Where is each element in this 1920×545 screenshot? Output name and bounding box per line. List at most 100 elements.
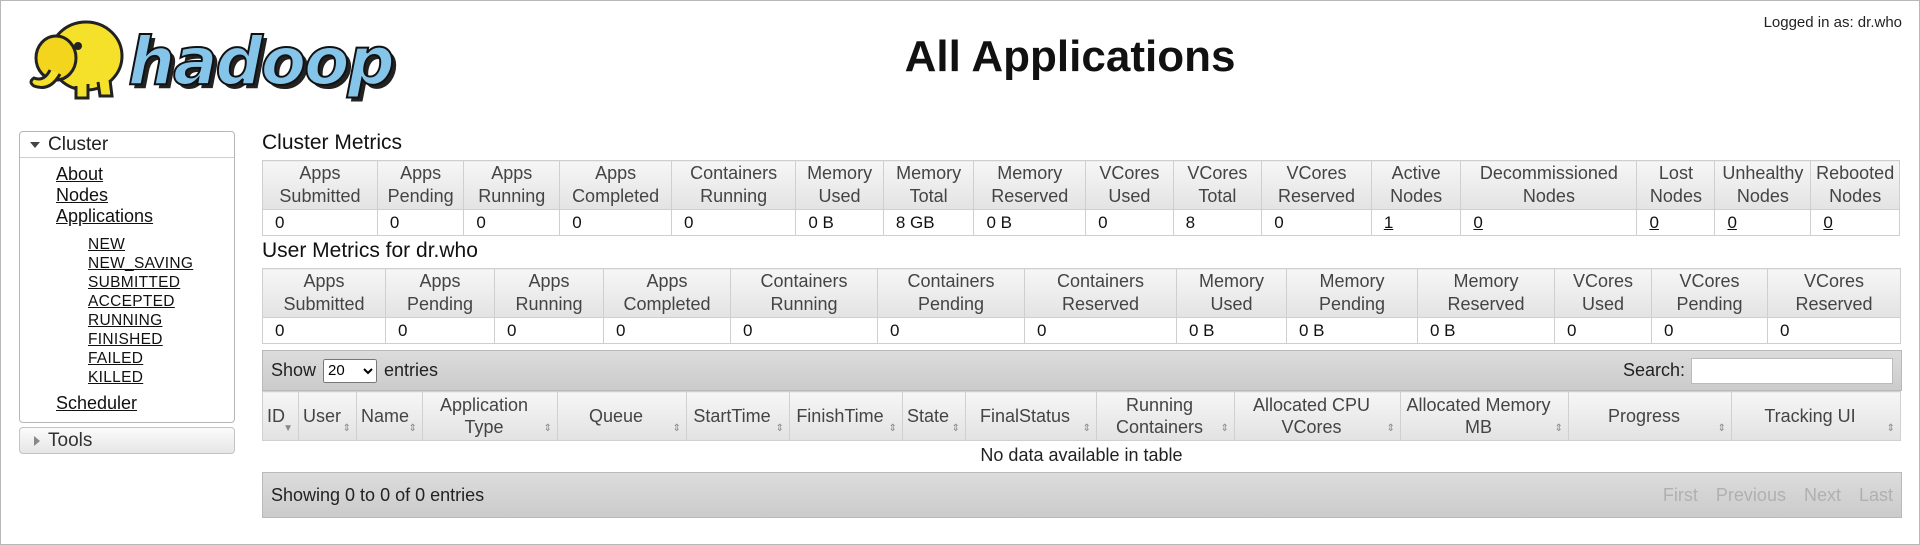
metric-value-vcores-used: 0 <box>1085 209 1174 236</box>
metric-link-unhealthy-nodes[interactable]: 0 <box>1727 213 1736 232</box>
metric-value-apps-submitted: 0 <box>262 209 378 236</box>
column-label: Allocated Memory MB <box>1406 395 1551 437</box>
column-header-name[interactable]: Name ⇕ <box>356 391 423 441</box>
nav-state-failed[interactable]: FAILED <box>88 349 234 368</box>
metric-value-vcores-used: 0 <box>1554 317 1652 344</box>
metric-header-unhealthy-nodes: Unhealthy Nodes <box>1714 160 1812 210</box>
column-header-allocated-memory-mb[interactable]: Allocated Memory MB ⇕ <box>1400 391 1569 441</box>
column-header-progress[interactable]: Progress ⇕ <box>1568 391 1732 441</box>
sort-both-icon: ⇕ <box>951 423 960 434</box>
column-label: StartTime <box>693 406 771 426</box>
sort-both-icon: ⇕ <box>408 423 417 434</box>
metric-header-memory-reserved: Memory Reserved <box>1417 268 1555 318</box>
cluster-toggle[interactable]: Cluster <box>20 132 234 158</box>
search-label: Search: <box>1622 360 1685 380</box>
metric-value-apps-running: 0 <box>463 209 561 236</box>
column-header-application-type[interactable]: Application Type ⇕ <box>422 391 558 441</box>
user-metrics-title: User Metrics for dr.who <box>262 239 478 262</box>
nav-scheduler[interactable]: Scheduler <box>56 393 234 414</box>
nav-state-running[interactable]: RUNNING <box>88 311 234 330</box>
table-info: Showing 0 to 0 of 0 entries <box>271 484 485 505</box>
apps-table-toolbar: Show 20 entries Search: <box>262 350 1902 391</box>
metric-value-vcores-pending: 0 <box>1651 317 1768 344</box>
tools-toggle[interactable]: Tools <box>19 427 235 454</box>
sort-both-icon: ⇕ <box>1554 423 1563 434</box>
user-metrics-value-row: 00000000 B0 B0 B000 <box>262 317 1901 344</box>
metric-value-unhealthy-nodes: 0 <box>1714 209 1812 236</box>
column-header-finishtime[interactable]: FinishTime ⇕ <box>789 391 903 441</box>
metric-header-apps-completed: Apps Completed <box>603 268 731 318</box>
main-content: Cluster Metrics Apps Submitted Apps Pendi… <box>262 128 1902 518</box>
search-input[interactable] <box>1691 357 1893 384</box>
metric-value-lost-nodes: 0 <box>1636 209 1716 236</box>
column-header-user[interactable]: User ⇕ <box>298 391 357 441</box>
metric-link-active-nodes[interactable]: 1 <box>1384 213 1393 232</box>
sort-both-icon: ⇕ <box>1717 423 1726 434</box>
column-header-running-containers[interactable]: Running Containers ⇕ <box>1096 391 1235 441</box>
column-label: Running Containers <box>1115 395 1204 437</box>
metric-header-containers-running: Containers Running <box>730 268 878 318</box>
column-label: FinalStatus <box>979 406 1071 426</box>
metric-value-memory-used: 0 B <box>795 209 884 236</box>
show-label: Show <box>271 360 317 380</box>
metric-link-rebooted-nodes[interactable]: 0 <box>1823 213 1832 232</box>
metric-header-memory-total: Memory Total <box>882 160 975 210</box>
column-label: Name <box>361 406 410 426</box>
page-title: All Applications <box>904 32 1236 81</box>
metric-header-apps-submitted: Apps Submitted <box>262 160 378 210</box>
nav-about[interactable]: About <box>56 164 234 185</box>
metric-value-rebooted-nodes: 0 <box>1810 209 1900 236</box>
metric-value-memory-reserved: 0 B <box>973 209 1087 236</box>
metric-header-memory-pending: Memory Pending <box>1286 268 1418 318</box>
metric-value-containers-pending: 0 <box>877 317 1025 344</box>
pager-last[interactable]: Last <box>1859 485 1893 506</box>
metric-header-containers-reserved: Containers Reserved <box>1024 268 1177 318</box>
column-header-starttime[interactable]: StartTime ⇕ <box>686 391 790 441</box>
metric-value-containers-reserved: 0 <box>1024 317 1177 344</box>
metric-link-decommissioned-nodes[interactable]: 0 <box>1473 213 1482 232</box>
applications-header-row: ID ▼ User ⇕ Name ⇕ Application Type ⇕ Queue ⇕ Star… <box>262 391 1901 441</box>
metric-header-containers-running: Containers Running <box>670 160 797 210</box>
sort-both-icon: ⇕ <box>342 423 351 434</box>
column-header-state[interactable]: State ⇕ <box>902 391 966 441</box>
nav-state-finished[interactable]: FINISHED <box>88 330 234 349</box>
page-size-select[interactable]: 20 <box>323 358 378 383</box>
nav-state-killed[interactable]: KILLED <box>88 368 234 387</box>
nav-state-submitted[interactable]: SUBMITTED <box>88 273 234 292</box>
metric-value-vcores-total: 8 <box>1172 209 1263 236</box>
nav-applications[interactable]: Applications <box>56 206 234 227</box>
metric-header-vcores-total: VCores Total <box>1172 160 1263 210</box>
column-header-finalstatus[interactable]: FinalStatus ⇕ <box>965 391 1097 441</box>
nav-state-new[interactable]: NEW <box>88 235 234 254</box>
metric-value-apps-pending: 0 <box>385 317 495 344</box>
column-label: Queue <box>588 406 644 426</box>
column-header-tracking-ui[interactable]: Tracking UI ⇕ <box>1731 391 1901 441</box>
cluster-panel: Cluster About Nodes Applications NEW NEW… <box>19 131 235 423</box>
metric-header-apps-pending: Apps Pending <box>385 268 495 318</box>
pager-first[interactable]: First <box>1663 485 1698 506</box>
sort-desc-icon: ▼ <box>283 423 293 434</box>
metric-value-active-nodes: 1 <box>1370 209 1462 236</box>
metric-value-memory-total: 8 GB <box>882 209 975 236</box>
pager-previous[interactable]: Previous <box>1716 485 1786 506</box>
cluster-label: Cluster <box>48 133 109 155</box>
column-label: Application Type <box>439 395 529 437</box>
nav-state-new-saving[interactable]: NEW_SAVING <box>88 254 234 273</box>
column-header-queue[interactable]: Queue ⇕ <box>557 391 687 441</box>
column-header-id[interactable]: ID ▼ <box>262 391 299 441</box>
nav-state-accepted[interactable]: ACCEPTED <box>88 292 234 311</box>
metric-value-apps-submitted: 0 <box>262 317 386 344</box>
nav-nodes[interactable]: Nodes <box>56 185 234 206</box>
metric-header-lost-nodes: Lost Nodes <box>1636 160 1716 210</box>
metric-value-decommissioned-nodes: 0 <box>1460 209 1638 236</box>
pager-next[interactable]: Next <box>1804 485 1841 506</box>
triangle-right-icon <box>34 435 40 446</box>
app-state-list: NEW NEW_SAVING SUBMITTED ACCEPTED RUNNIN… <box>56 227 234 393</box>
metric-value-vcores-reserved: 0 <box>1261 209 1372 236</box>
metric-value-vcores-reserved: 0 <box>1767 317 1901 344</box>
column-label: User <box>303 406 342 426</box>
column-header-allocated-cpu-vcores[interactable]: Allocated CPU VCores ⇕ <box>1234 391 1401 441</box>
sort-both-icon: ⇕ <box>1386 423 1395 434</box>
metric-link-lost-nodes[interactable]: 0 <box>1649 213 1658 232</box>
metric-header-vcores-used: VCores Used <box>1554 268 1652 318</box>
